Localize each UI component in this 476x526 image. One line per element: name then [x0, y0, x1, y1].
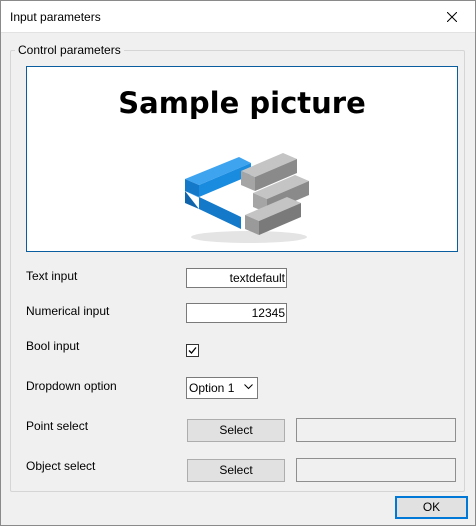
point-select-field: [296, 418, 456, 442]
bool-input-label: Bool input: [26, 339, 80, 353]
point-select-label: Point select: [26, 419, 89, 433]
text-input-label: Text input: [26, 269, 78, 283]
close-icon: [447, 11, 457, 22]
window-title: Input parameters: [10, 10, 101, 24]
picture-title: Sample picture: [118, 86, 366, 120]
point-select-button[interactable]: Select: [187, 419, 285, 442]
dropdown-value: Option 1: [189, 381, 235, 395]
dropdown-select[interactable]: Option 1: [186, 377, 258, 399]
group-label: Control parameters: [15, 43, 124, 57]
chevron-down-icon: [244, 384, 253, 390]
text-input-field[interactable]: textdefault: [186, 268, 287, 288]
dropdown-label: Dropdown option: [26, 379, 117, 393]
object-select-field: [296, 458, 456, 482]
check-icon: [188, 347, 197, 354]
object-select-button[interactable]: Select: [187, 459, 285, 482]
bool-input-checkbox[interactable]: [186, 344, 199, 357]
ok-button[interactable]: OK: [395, 496, 468, 519]
close-button[interactable]: [429, 1, 475, 32]
stacked-blocks-logo-icon: [185, 153, 309, 243]
numerical-input-label: Numerical input: [26, 304, 110, 318]
numerical-input-field[interactable]: 12345: [186, 303, 287, 323]
object-select-label: Object select: [26, 459, 96, 473]
title-bar: Input parameters: [1, 1, 475, 33]
sample-picture: Sample picture: [26, 66, 458, 252]
